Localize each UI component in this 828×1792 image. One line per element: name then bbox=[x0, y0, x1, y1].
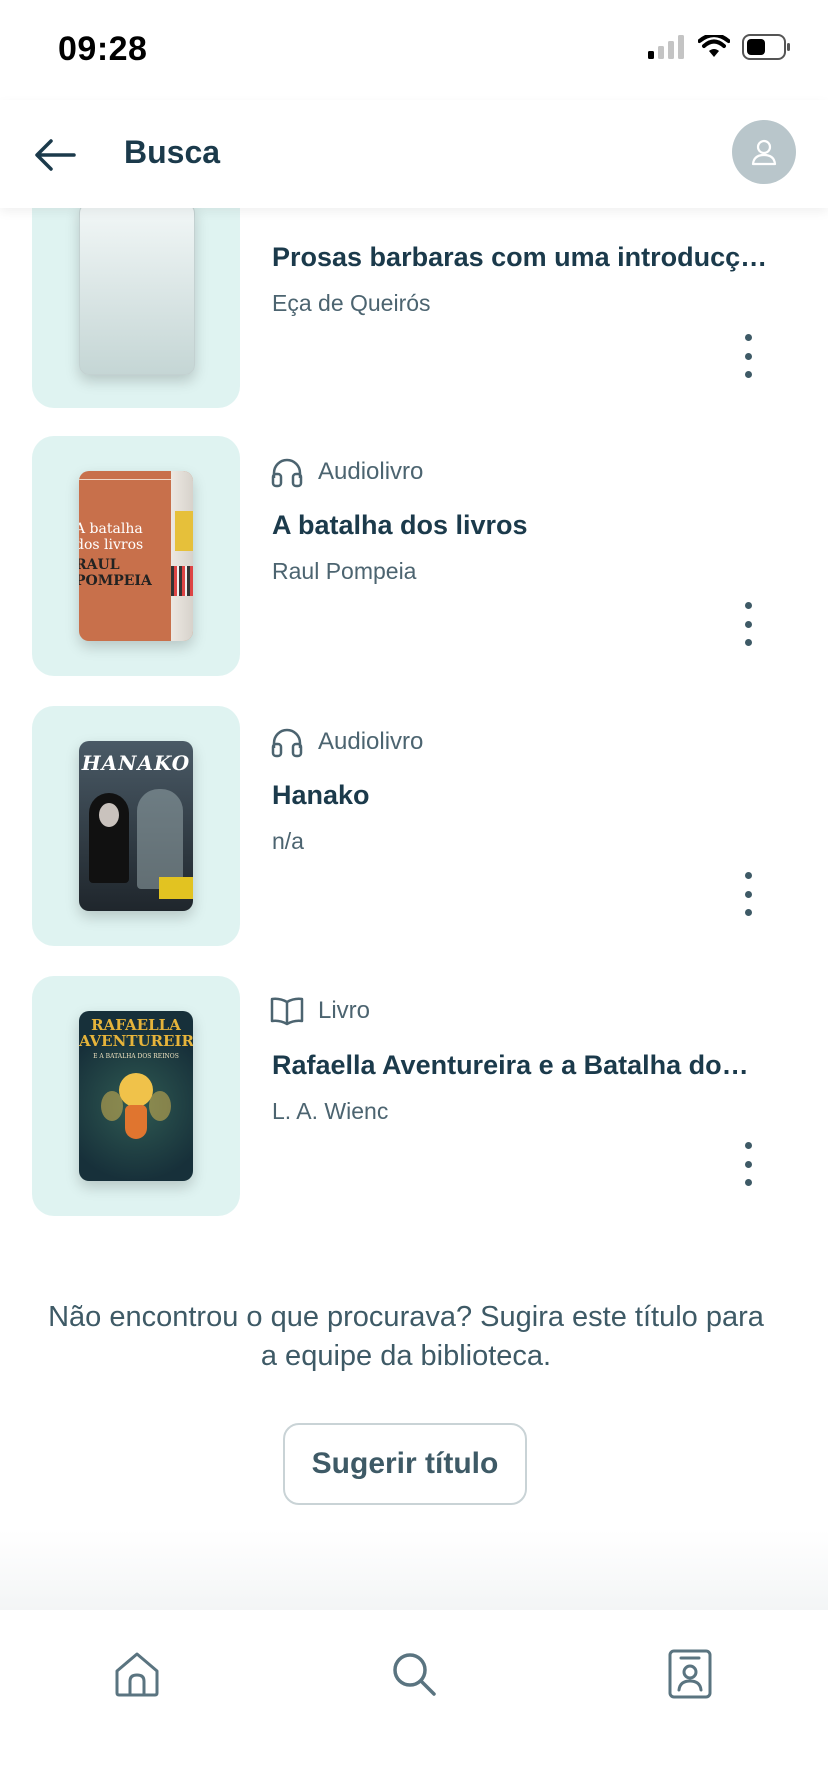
item-title[interactable]: Prosas barbaras com uma introducç… bbox=[272, 242, 778, 273]
cover-text: POMPEIA bbox=[79, 573, 152, 589]
arrow-left-icon bbox=[35, 139, 76, 171]
format-row: Livro bbox=[270, 996, 370, 1026]
headphones-icon bbox=[271, 458, 303, 488]
format-label: Audiolivro bbox=[318, 728, 424, 755]
battery-icon bbox=[742, 34, 790, 60]
status-icons bbox=[648, 34, 792, 60]
cover-text: RAFAELLA bbox=[91, 1016, 181, 1034]
headphones-icon bbox=[271, 728, 303, 758]
more-options-button[interactable] bbox=[728, 872, 768, 916]
search-icon bbox=[393, 1653, 436, 1696]
item-author: L. A. Wienc bbox=[272, 1098, 389, 1124]
book-cover: RAFAELLA AVENTUREIRA E A BATALHA DOS REI… bbox=[79, 1011, 193, 1181]
cover-text: E A BATALHA DOS REINOS bbox=[93, 1053, 179, 1060]
avatar[interactable] bbox=[732, 120, 796, 184]
more-options-button[interactable] bbox=[728, 334, 768, 378]
nav-search[interactable] bbox=[384, 1644, 444, 1704]
item-author: n/a bbox=[272, 828, 304, 854]
cover-text: RAUL bbox=[79, 557, 120, 573]
cover-text: AVENTUREIRA bbox=[79, 1032, 193, 1050]
book-open-icon bbox=[270, 997, 304, 1026]
home-icon bbox=[115, 1652, 159, 1697]
status-bar: 09:28 bbox=[0, 0, 828, 100]
book-cover bbox=[79, 203, 195, 375]
library-card-icon bbox=[668, 1649, 712, 1699]
suggest-title-button[interactable]: Sugerir título bbox=[283, 1423, 527, 1505]
item-title[interactable]: Hanako bbox=[272, 780, 778, 811]
format-label: Audiolivro bbox=[318, 458, 424, 485]
cover-text: A batalha bbox=[79, 521, 143, 537]
item-author: Raul Pompeia bbox=[272, 558, 417, 584]
cover-text: HANAKO bbox=[81, 751, 191, 775]
book-cover-container[interactable]: A batalha dos livros RAUL POMPEIA bbox=[32, 436, 240, 676]
list-item[interactable]: RAFAELLA AVENTUREIRA E A BATALHA DOS REI… bbox=[0, 976, 828, 1216]
more-options-button[interactable] bbox=[728, 1142, 768, 1186]
format-row: Audiolivro bbox=[270, 456, 423, 488]
item-title[interactable]: A batalha dos livros bbox=[272, 510, 778, 541]
wifi-icon bbox=[698, 35, 730, 57]
format-row: Audiolivro bbox=[270, 726, 423, 758]
list-item[interactable]: A batalha dos livros RAUL POMPEIA Audiol… bbox=[0, 436, 828, 676]
item-title[interactable]: Rafaella Aventureira e a Batalha do… bbox=[272, 1050, 778, 1081]
bottom-fade bbox=[0, 1530, 828, 1610]
cellular-signal-icon bbox=[648, 35, 684, 59]
list-item[interactable]: HANAKO Audiolivro Hanako n/a bbox=[0, 706, 828, 946]
book-cover: HANAKO bbox=[79, 741, 193, 911]
page-title: Busca bbox=[124, 134, 221, 170]
back-button[interactable] bbox=[30, 130, 80, 180]
suggest-message: Não encontrou o que procurava? Sugira es… bbox=[48, 1301, 764, 1372]
status-time: 09:28 bbox=[58, 30, 148, 68]
book-cover: A batalha dos livros RAUL POMPEIA bbox=[79, 471, 193, 641]
book-cover-container[interactable]: HANAKO bbox=[32, 706, 240, 946]
format-label: Livro bbox=[318, 997, 371, 1024]
nav-library[interactable] bbox=[660, 1644, 720, 1704]
book-cover-container[interactable]: RAFAELLA AVENTUREIRA E A BATALHA DOS REI… bbox=[32, 976, 240, 1216]
cover-text: dos livros bbox=[79, 537, 144, 553]
item-author: Eça de Queirós bbox=[272, 290, 431, 316]
user-icon bbox=[751, 139, 777, 166]
app-header: Busca bbox=[0, 100, 828, 208]
more-options-button[interactable] bbox=[728, 602, 768, 646]
nav-home[interactable] bbox=[107, 1644, 167, 1704]
bottom-navigation bbox=[0, 1610, 828, 1792]
